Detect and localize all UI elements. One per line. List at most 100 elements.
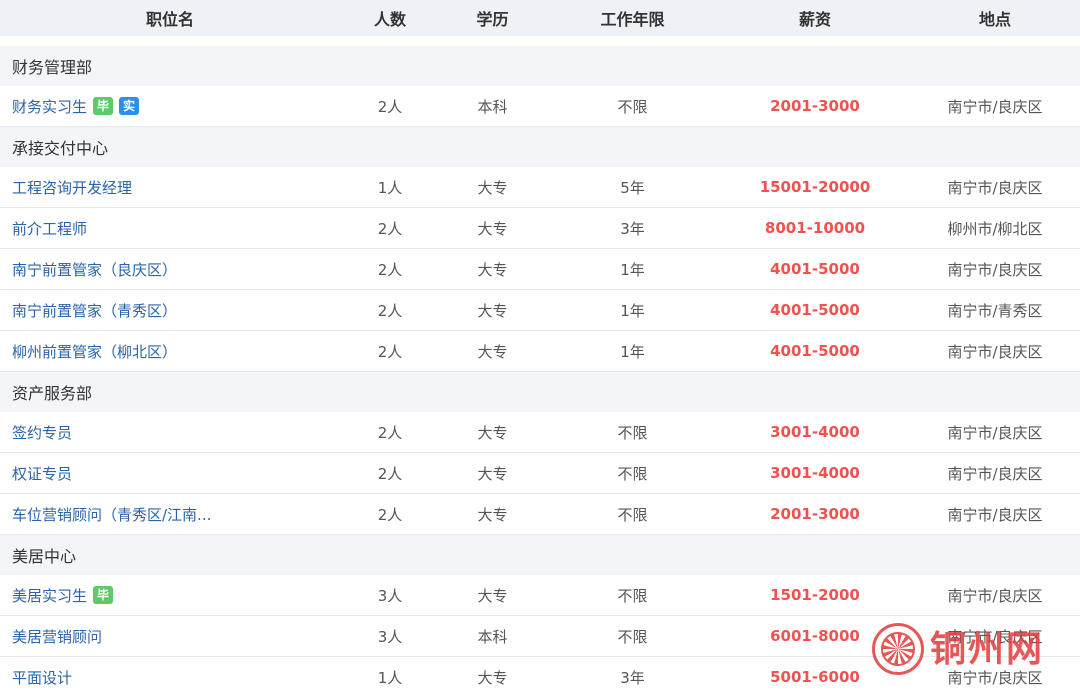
job-title-link[interactable]: 签约专员 xyxy=(0,422,340,443)
table-header: 职位名 人数 学历 工作年限 薪资 地点 xyxy=(0,0,1080,36)
department-header: 美居中心 xyxy=(0,535,1080,575)
job-row: 财务实习生毕实 2人 本科 不限 2001-3000 南宁市/良庆区 xyxy=(0,86,1080,127)
headcount-cell: 2人 xyxy=(377,505,403,524)
job-title-link[interactable]: 柳州前置管家（柳北区） xyxy=(0,341,340,362)
location-cell: 南宁市/良庆区 xyxy=(947,423,1043,442)
education-cell: 大专 xyxy=(477,219,508,238)
job-row: 车位营销顾问（青秀区/江南... 2人 大专 不限 2001-3000 南宁市/良庆区 xyxy=(0,494,1080,535)
graduate-badge: 毕 xyxy=(93,97,114,115)
location-cell: 柳州市/柳北区 xyxy=(947,219,1043,238)
job-title: 美居实习生 xyxy=(12,586,88,605)
job-row: 权证专员 2人 大专 不限 3001-4000 南宁市/良庆区 xyxy=(0,453,1080,494)
job-row: 南宁前置管家（青秀区） 2人 大专 1年 4001-5000 南宁市/青秀区 xyxy=(0,290,1080,331)
headcount-cell: 2人 xyxy=(377,464,403,483)
job-title-link[interactable]: 财务实习生毕实 xyxy=(0,96,340,117)
job-table: 财务管理部 财务实习生毕实 2人 本科 不限 2001-3000 南宁市/良庆区 承接交付中心… xyxy=(0,46,1080,697)
job-title-link[interactable]: 工程咨询开发经理 xyxy=(0,177,340,198)
internship-badge: 实 xyxy=(119,97,140,115)
location-cell: 南宁市/青秀区 xyxy=(947,301,1043,320)
job-title-link[interactable]: 前介工程师 xyxy=(0,218,340,239)
salary-cell: 8001-10000 xyxy=(764,219,866,237)
department-header: 承接交付中心 xyxy=(0,127,1080,167)
header-experience: 工作年限 xyxy=(600,10,665,29)
headcount-cell: 2人 xyxy=(377,97,403,116)
header-salary: 薪资 xyxy=(798,10,831,29)
experience-cell: 不限 xyxy=(617,505,648,524)
job-row: 前介工程师 2人 大专 3年 8001-10000 柳州市/柳北区 xyxy=(0,208,1080,249)
education-cell: 大专 xyxy=(477,423,508,442)
header-job-name: 职位名 xyxy=(145,10,194,29)
salary-cell: 4001-5000 xyxy=(770,260,860,278)
education-cell: 本科 xyxy=(477,627,508,646)
site-watermark: 铜州网 xyxy=(872,617,1072,681)
salary-cell: 1501-2000 xyxy=(770,586,860,604)
header-location: 地点 xyxy=(978,10,1011,29)
job-title: 权证专员 xyxy=(12,464,73,483)
job-title-link[interactable]: 平面设计 xyxy=(0,667,340,688)
salary-cell: 3001-4000 xyxy=(770,464,860,482)
job-title: 签约专员 xyxy=(12,423,73,442)
headcount-cell: 2人 xyxy=(377,260,403,279)
experience-cell: 1年 xyxy=(620,301,645,320)
salary-cell: 2001-3000 xyxy=(770,97,860,115)
experience-cell: 不限 xyxy=(617,423,648,442)
salary-cell: 4001-5000 xyxy=(770,301,860,319)
header-education: 学历 xyxy=(476,10,509,29)
salary-cell: 2001-3000 xyxy=(770,505,860,523)
experience-cell: 不限 xyxy=(617,97,648,116)
location-cell: 南宁市/良庆区 xyxy=(947,260,1043,279)
job-title: 美居营销顾问 xyxy=(12,627,103,646)
job-title-link[interactable]: 美居营销顾问 xyxy=(0,626,340,647)
job-title: 南宁前置管家（青秀区） xyxy=(12,301,178,320)
education-cell: 大专 xyxy=(477,586,508,605)
department-header: 财务管理部 xyxy=(0,46,1080,86)
experience-cell: 1年 xyxy=(620,260,645,279)
education-cell: 大专 xyxy=(477,505,508,524)
job-title-link[interactable]: 南宁前置管家（青秀区） xyxy=(0,300,340,321)
education-cell: 本科 xyxy=(477,97,508,116)
location-cell: 南宁市/良庆区 xyxy=(947,97,1043,116)
salary-cell: 15001-20000 xyxy=(759,178,871,196)
experience-cell: 不限 xyxy=(617,627,648,646)
job-row: 柳州前置管家（柳北区） 2人 大专 1年 4001-5000 南宁市/良庆区 xyxy=(0,331,1080,372)
job-title: 工程咨询开发经理 xyxy=(12,178,133,197)
experience-cell: 1年 xyxy=(620,342,645,361)
department-header: 资产服务部 xyxy=(0,372,1080,412)
experience-cell: 3年 xyxy=(620,668,645,687)
job-title-link[interactable]: 南宁前置管家（良庆区） xyxy=(0,259,340,280)
seal-icon xyxy=(872,623,924,675)
headcount-cell: 2人 xyxy=(377,342,403,361)
salary-cell: 4001-5000 xyxy=(770,342,860,360)
job-row: 签约专员 2人 大专 不限 3001-4000 南宁市/良庆区 xyxy=(0,412,1080,453)
location-cell: 南宁市/良庆区 xyxy=(947,464,1043,483)
headcount-cell: 3人 xyxy=(377,586,403,605)
job-row: 美居实习生毕 3人 大专 不限 1501-2000 南宁市/良庆区 xyxy=(0,575,1080,616)
header-count: 人数 xyxy=(373,10,406,29)
education-cell: 大专 xyxy=(477,668,508,687)
education-cell: 大专 xyxy=(477,260,508,279)
location-cell: 南宁市/良庆区 xyxy=(947,342,1043,361)
headcount-cell: 2人 xyxy=(377,301,403,320)
job-title-link[interactable]: 美居实习生毕 xyxy=(0,585,340,606)
experience-cell: 5年 xyxy=(620,178,645,197)
headcount-cell: 1人 xyxy=(377,668,403,687)
job-title: 财务实习生 xyxy=(12,97,88,116)
location-cell: 南宁市/良庆区 xyxy=(947,586,1043,605)
header-gap xyxy=(0,36,1080,46)
job-title: 车位营销顾问（青秀区/江南... xyxy=(12,505,212,524)
headcount-cell: 3人 xyxy=(377,627,403,646)
headcount-cell: 2人 xyxy=(377,423,403,442)
job-title-link[interactable]: 权证专员 xyxy=(0,463,340,484)
experience-cell: 不限 xyxy=(617,586,648,605)
job-row: 南宁前置管家（良庆区） 2人 大专 1年 4001-5000 南宁市/良庆区 xyxy=(0,249,1080,290)
experience-cell: 不限 xyxy=(617,464,648,483)
location-cell: 南宁市/良庆区 xyxy=(947,178,1043,197)
job-title: 平面设计 xyxy=(12,668,73,687)
education-cell: 大专 xyxy=(477,178,508,197)
job-title-link[interactable]: 车位营销顾问（青秀区/江南... xyxy=(0,504,340,525)
education-cell: 大专 xyxy=(477,301,508,320)
watermark-text: 铜州网 xyxy=(930,628,1045,670)
headcount-cell: 2人 xyxy=(377,219,403,238)
location-cell: 南宁市/良庆区 xyxy=(947,505,1043,524)
job-title: 柳州前置管家（柳北区） xyxy=(12,342,178,361)
